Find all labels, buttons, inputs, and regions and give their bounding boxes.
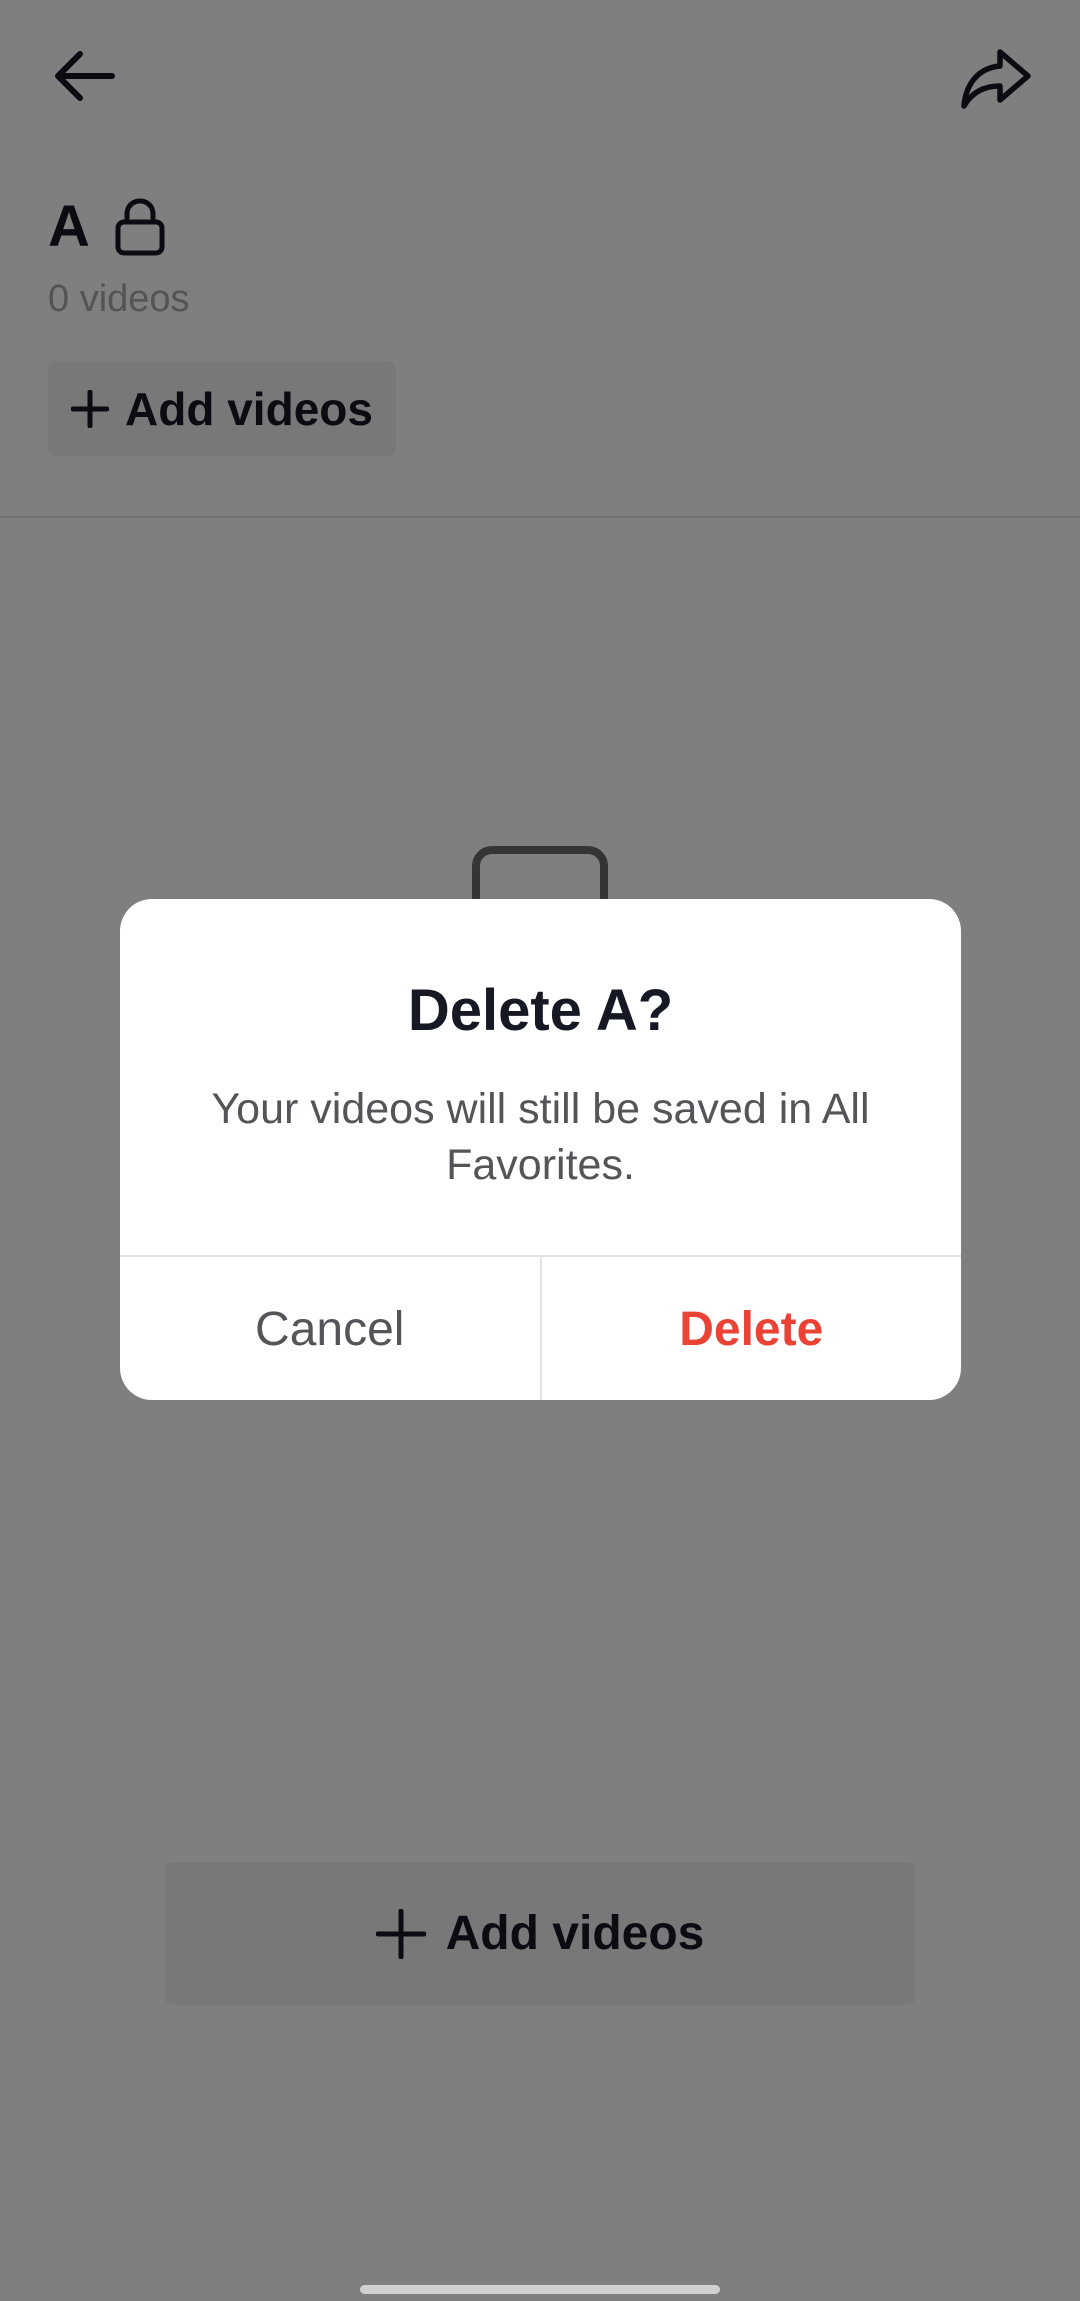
delete-button[interactable]: Delete (542, 1257, 962, 1400)
cancel-button[interactable]: Cancel (120, 1257, 542, 1400)
collection-screen: A 0 videos Add videos Add videos Delete … (0, 0, 1080, 2301)
dialog-actions: Cancel Delete (120, 1255, 961, 1400)
home-indicator[interactable] (360, 2285, 720, 2294)
dialog-title: Delete A? (407, 978, 674, 1043)
delete-confirm-dialog: Delete A? Your videos will still be save… (120, 899, 961, 1400)
dialog-message: Your videos will still be saved in All F… (211, 1085, 870, 1189)
